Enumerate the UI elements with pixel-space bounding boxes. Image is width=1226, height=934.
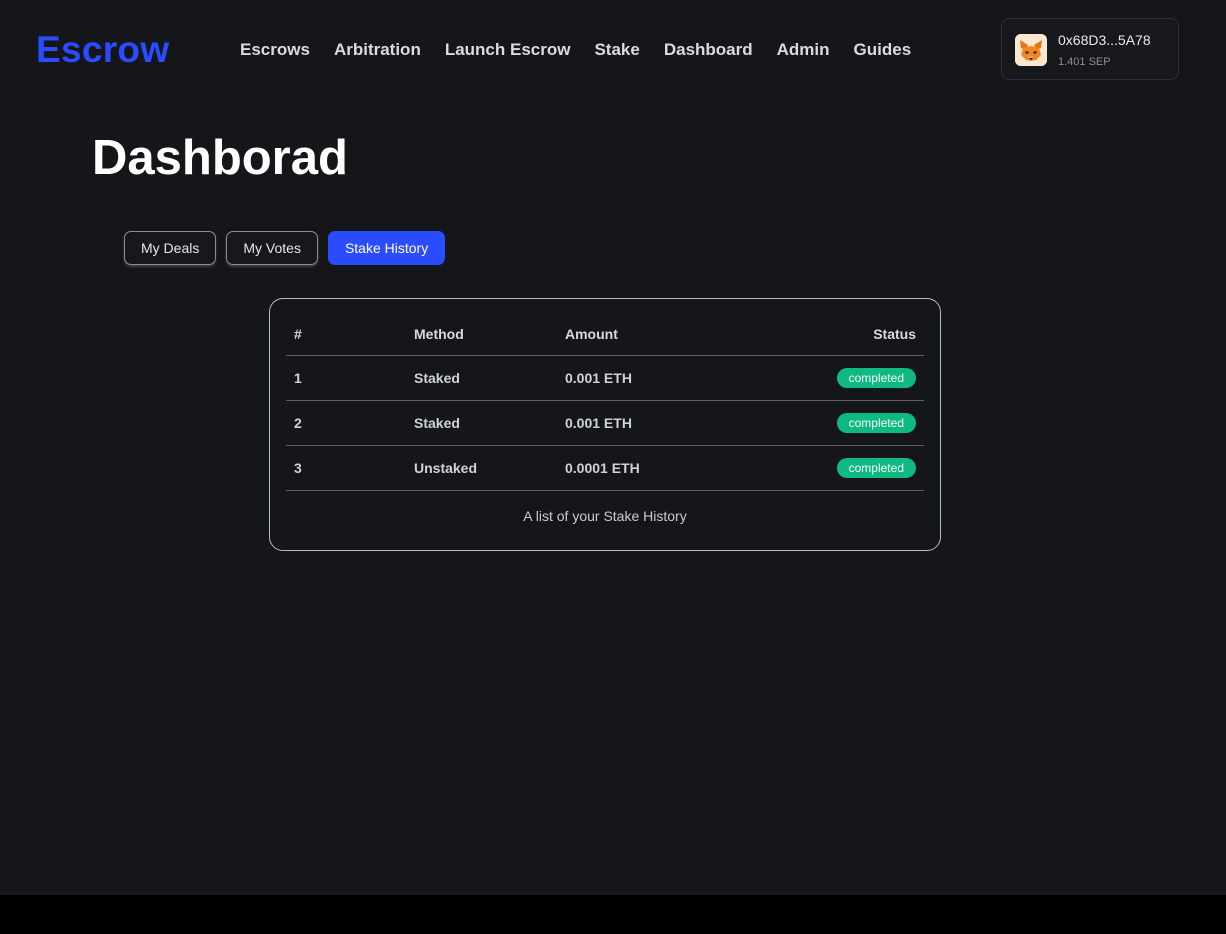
tab-my-deals[interactable]: My Deals xyxy=(124,231,217,265)
nav-admin[interactable]: Admin xyxy=(777,40,830,60)
row-amount: 0.0001 ETH xyxy=(557,445,727,491)
row-status-cell: completed xyxy=(727,355,924,401)
dashboard-tabs: My Deals My Votes Stake History xyxy=(124,231,455,265)
nav-stake[interactable]: Stake xyxy=(594,40,639,60)
row-amount: 0.001 ETH xyxy=(557,400,727,446)
status-badge: completed xyxy=(836,458,916,478)
wallet-address: 0x68D3...5A78 xyxy=(1058,32,1151,48)
nav-escrows[interactable]: Escrows xyxy=(240,40,310,60)
status-badge: completed xyxy=(836,368,916,388)
row-method: Staked xyxy=(406,400,557,446)
nav-arbitration[interactable]: Arbitration xyxy=(334,40,421,60)
row-method: Unstaked xyxy=(406,445,557,491)
table-row: 2 Staked 0.001 ETH completed xyxy=(286,400,924,446)
row-amount: 0.001 ETH xyxy=(557,355,727,401)
table-row: 1 Staked 0.001 ETH completed xyxy=(286,355,924,401)
stake-history-table: # Method Amount Status 1 Staked 0.001 ET… xyxy=(286,313,924,491)
row-number: 2 xyxy=(286,400,406,446)
tab-stake-history[interactable]: Stake History xyxy=(327,231,446,265)
column-header-number: # xyxy=(286,313,406,356)
nav-dashboard[interactable]: Dashboard xyxy=(664,40,753,60)
status-badge: completed xyxy=(836,413,916,433)
nav-guides[interactable]: Guides xyxy=(854,40,912,60)
page-title: Dashborad xyxy=(92,131,348,185)
row-method: Staked xyxy=(406,355,557,401)
column-header-method: Method xyxy=(406,313,557,356)
table-header-row: # Method Amount Status xyxy=(286,313,924,356)
stake-history-card: # Method Amount Status 1 Staked 0.001 ET… xyxy=(269,298,941,551)
wallet-button[interactable]: 0x68D3...5A78 1.401 SEP xyxy=(1001,18,1179,80)
nav-launch-escrow[interactable]: Launch Escrow xyxy=(445,40,571,60)
app-root: Escrow Escrows Arbitration Launch Escrow… xyxy=(0,0,1226,895)
wallet-balance: 1.401 SEP xyxy=(1058,56,1111,68)
table-caption: A list of your Stake History xyxy=(523,508,687,524)
column-header-amount: Amount xyxy=(557,313,727,356)
table-row: 3 Unstaked 0.0001 ETH completed xyxy=(286,445,924,491)
main-nav: Escrows Arbitration Launch Escrow Stake … xyxy=(240,38,935,62)
row-number: 1 xyxy=(286,355,406,401)
row-status-cell: completed xyxy=(727,445,924,491)
row-status-cell: completed xyxy=(727,400,924,446)
row-number: 3 xyxy=(286,445,406,491)
app-logo[interactable]: Escrow xyxy=(36,28,169,72)
tab-my-votes[interactable]: My Votes xyxy=(226,231,318,265)
metamask-fox-icon xyxy=(1015,34,1047,66)
column-header-status: Status xyxy=(727,313,924,356)
